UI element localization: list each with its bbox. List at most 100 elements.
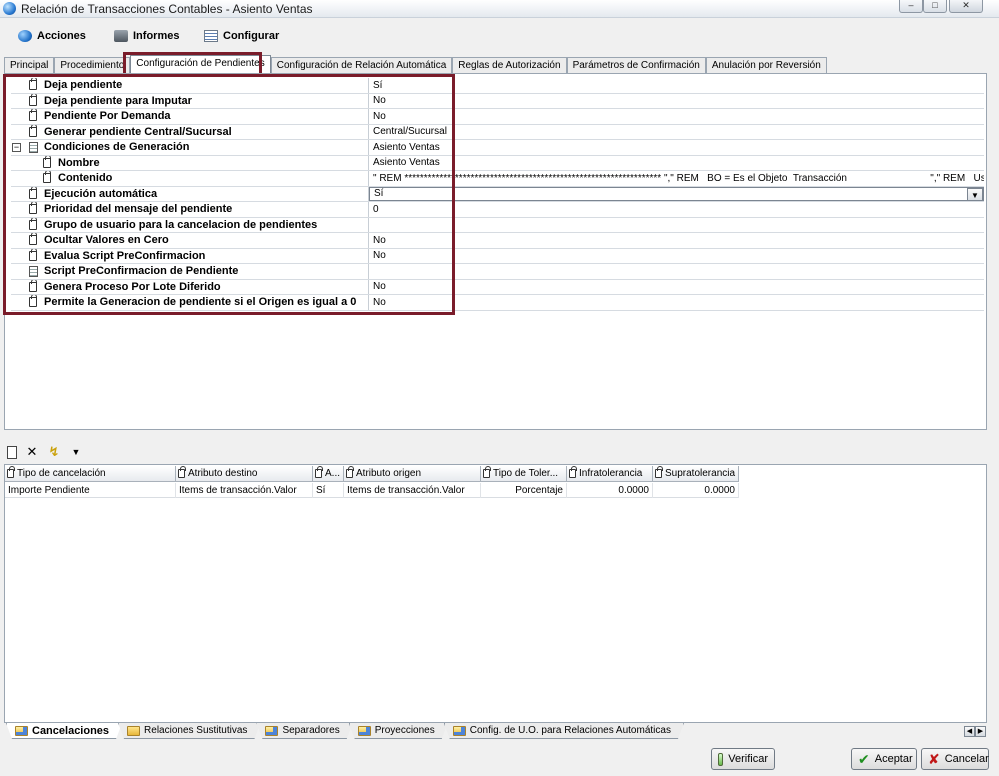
tab-configuracion-relacion-automatica[interactable]: Configuración de Relación Automática: [270, 57, 453, 73]
property-row[interactable]: Ocultar Valores en Cero No: [11, 233, 984, 249]
tab-label: Proyecciones: [374, 725, 435, 736]
table-cell[interactable]: Sí: [313, 483, 344, 498]
table-cell[interactable]: Porcentaje: [481, 483, 567, 498]
property-name: Ocultar Valores en Cero: [44, 234, 169, 247]
property-row[interactable]: Evalua Script PreConfirmacion No: [11, 248, 984, 264]
property-row[interactable]: Contenido " REM ************************…: [11, 171, 984, 187]
configurar-button[interactable]: Configurar: [204, 27, 279, 45]
property-value[interactable]: No: [369, 94, 984, 109]
property-value[interactable]: [369, 264, 984, 279]
tab-procedimiento[interactable]: Procedimiento: [54, 57, 131, 73]
verificar-button[interactable]: Verificar: [711, 748, 775, 770]
table-cell[interactable]: 0.0000: [653, 483, 739, 498]
table-header: Tipo de cancelación Atributo destino A..…: [5, 466, 739, 482]
ejecucion-automatica-dropdown[interactable]: Sí ▼: [369, 186, 984, 201]
property-row[interactable]: Pendiente Por Demanda No: [11, 109, 984, 125]
property-row[interactable]: Ejecución automática Sí ▼: [11, 186, 984, 202]
property-value[interactable]: Asiento Ventas: [369, 140, 984, 155]
property-row[interactable]: − Condiciones de Generación Asiento Vent…: [11, 140, 984, 156]
tab-scroll-arrows: ◀ ▶: [964, 726, 986, 737]
tab-config-uo[interactable]: Config. de U.O. para Relaciones Automáti…: [444, 723, 684, 739]
property-row[interactable]: Deja pendiente para Imputar No: [11, 93, 984, 109]
aceptar-label: Aceptar: [874, 753, 913, 765]
property-name: Evalua Script PreConfirmacion: [44, 249, 206, 262]
property-value[interactable]: No: [369, 109, 984, 124]
close-window-button[interactable]: ✕: [949, 0, 983, 13]
property-value[interactable]: No: [369, 249, 984, 264]
property-value[interactable]: No: [369, 295, 984, 310]
table-cell[interactable]: 0.0000: [567, 483, 653, 498]
lock-icon: [29, 233, 37, 246]
informes-label: Informes: [133, 30, 180, 42]
new-document-icon[interactable]: [7, 445, 17, 459]
lock-icon: [43, 155, 51, 168]
property-value[interactable]: No: [369, 233, 984, 248]
property-value[interactable]: 0: [369, 202, 984, 217]
tab-reglas-autorizacion[interactable]: Reglas de Autorización: [452, 57, 567, 73]
property-row[interactable]: Prioridad del mensaje del pendiente 0: [11, 202, 984, 218]
column-header[interactable]: Supratolerancia: [653, 466, 739, 482]
scroll-left-icon[interactable]: ◀: [964, 726, 975, 737]
lock-icon: [29, 186, 37, 199]
lock-icon: [29, 295, 37, 308]
minimize-button[interactable]: –: [899, 0, 923, 13]
property-value[interactable]: Asiento Ventas: [369, 156, 984, 171]
informes-button[interactable]: Informes: [114, 27, 179, 45]
property-row[interactable]: Genera Proceso Por Lote Diferido No: [11, 279, 984, 295]
tab-relaciones-sustitutivas[interactable]: Relaciones Sustitutivas: [118, 723, 260, 739]
table-cell[interactable]: Importe Pendiente: [5, 483, 176, 498]
column-header[interactable]: Atributo origen: [344, 466, 481, 482]
table-cell[interactable]: Items de transacción.Valor: [176, 483, 313, 498]
property-grid: Deja pendiente Sí Deja pendiente para Im…: [11, 78, 984, 311]
acciones-button[interactable]: Acciones: [18, 27, 86, 45]
maximize-button[interactable]: □: [923, 0, 947, 13]
cancelar-button[interactable]: ✘ Cancelar: [921, 748, 989, 770]
tab-proyecciones[interactable]: Proyecciones: [349, 723, 448, 739]
column-header[interactable]: Atributo destino: [176, 466, 313, 482]
tab-parametros-confirmacion[interactable]: Parámetros de Confirmación: [566, 57, 706, 73]
tab-cancelaciones[interactable]: Cancelaciones: [6, 723, 122, 739]
tab-separadores[interactable]: Separadores: [256, 723, 352, 739]
property-value[interactable]: " REM **********************************…: [369, 171, 984, 186]
table-cell[interactable]: Items de transacción.Valor: [344, 483, 481, 498]
bottom-tab-strip: Cancelaciones Relaciones Sustitutivas Se…: [6, 723, 680, 741]
property-value[interactable]: Sí: [369, 78, 984, 93]
lock-icon: [29, 217, 37, 230]
property-row[interactable]: Permite la Generacion de pendiente si el…: [11, 295, 984, 311]
lower-toolbar: ✕ ↯ ▼: [7, 444, 83, 460]
property-row[interactable]: Generar pendiente Central/Sucursal Centr…: [11, 124, 984, 140]
delete-icon[interactable]: ✕: [25, 445, 39, 459]
column-header[interactable]: Tipo de Toler...: [481, 466, 567, 482]
caret-down-icon[interactable]: ▼: [69, 445, 83, 459]
folder-icon: [358, 726, 371, 736]
property-value[interactable]: [369, 218, 984, 233]
tab-principal[interactable]: Principal: [4, 57, 55, 73]
lightning-icon[interactable]: ↯: [47, 445, 61, 459]
tab-strip: Principal Procedimiento Configuración de…: [4, 55, 827, 74]
scroll-right-icon[interactable]: ▶: [975, 726, 986, 737]
property-name: Permite la Generacion de pendiente si el…: [44, 296, 357, 309]
column-header[interactable]: A...: [313, 466, 344, 482]
property-value[interactable]: Central/Sucursal: [369, 125, 984, 140]
table-row[interactable]: Importe Pendiente Items de transacción.V…: [5, 483, 739, 498]
column-header[interactable]: Tipo de cancelación: [5, 466, 176, 482]
lock-icon: [178, 466, 186, 478]
property-name: Deja pendiente para Imputar: [44, 94, 192, 107]
property-row[interactable]: Grupo de usuario para la cancelacion de …: [11, 217, 984, 233]
column-header[interactable]: Infratolerancia: [567, 466, 653, 482]
tab-configuracion-pendientes[interactable]: Configuración de Pendientes: [130, 55, 271, 74]
property-name: Ejecución automática: [44, 187, 158, 200]
lock-icon: [346, 466, 354, 478]
property-name: Grupo de usuario para la cancelacion de …: [44, 218, 318, 231]
aceptar-button[interactable]: ✔ Aceptar: [851, 748, 917, 770]
property-row[interactable]: Deja pendiente Sí: [11, 78, 984, 94]
column-header-label: Supratolerancia: [665, 468, 736, 479]
collapse-toggle-icon[interactable]: −: [12, 143, 21, 152]
property-row[interactable]: Nombre Asiento Ventas: [11, 155, 984, 171]
verificar-label: Verificar: [728, 753, 768, 765]
property-value[interactable]: No: [369, 280, 984, 295]
lock-icon: [29, 109, 37, 122]
tab-anulacion-reversion[interactable]: Anulación por Reversión: [705, 57, 827, 73]
chevron-down-icon[interactable]: ▼: [967, 187, 983, 201]
property-row[interactable]: Script PreConfirmacion de Pendiente: [11, 264, 984, 280]
